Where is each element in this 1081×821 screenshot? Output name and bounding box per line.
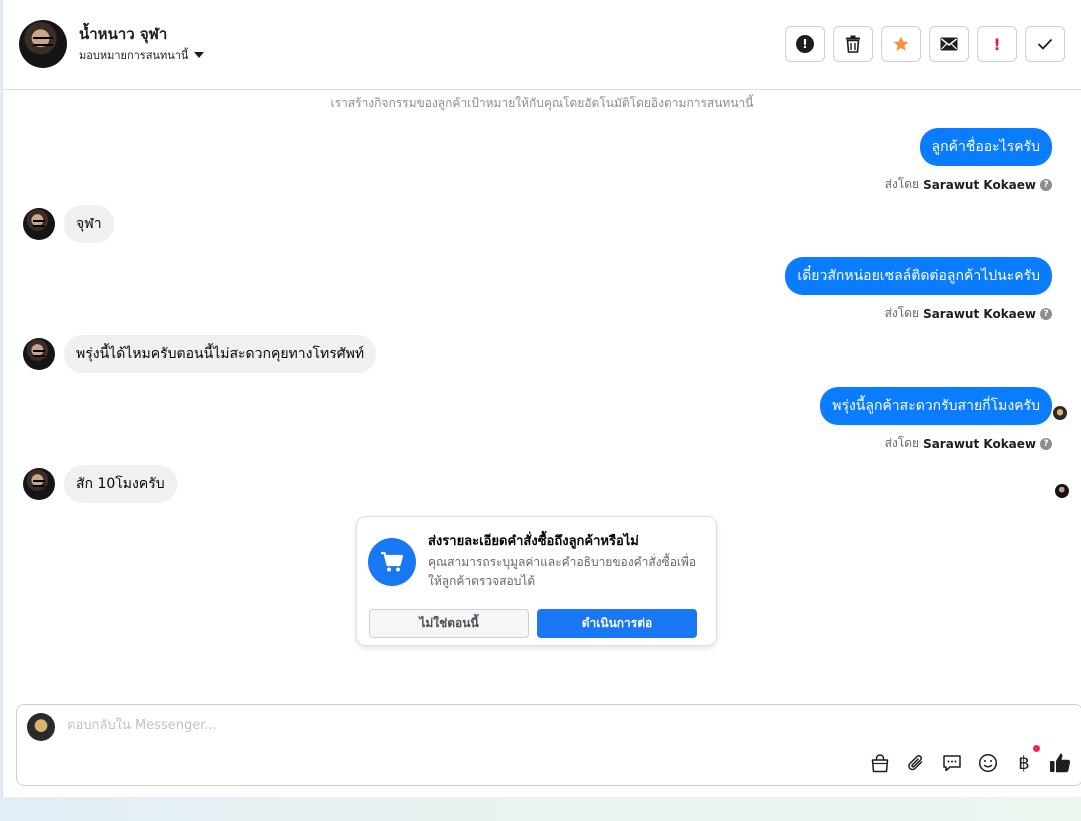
composer-tools: ฿ <box>868 745 1072 775</box>
outgoing-message-row: พรุ่งนี้ลูกค้าสะดวกรับสายกี่โมงครับ ส่งโ… <box>820 387 1052 453</box>
shopping-bag-icon <box>871 754 889 773</box>
saved-reply-icon <box>943 755 961 772</box>
saved-replies-button[interactable] <box>940 751 964 775</box>
sender-name: Sarawut Kokaew <box>923 436 1036 451</box>
order-card-title: ส่งรายละเอียดคำสั่งซื้อถึงลูกค้าหรือไม่ <box>428 534 639 549</box>
reply-composer: ฿ <box>16 704 1081 786</box>
sent-by-label: ส่งโดย Sarawut Kokaew ? <box>885 434 1052 453</box>
help-icon[interactable]: ? <box>1040 437 1052 450</box>
check-icon <box>1037 38 1053 50</box>
incoming-message-row: จุฬา <box>23 205 114 243</box>
conversation-toolbar: ! ! <box>785 26 1065 62</box>
envelope-icon <box>940 37 958 51</box>
alert-circle-icon: ! <box>796 35 814 53</box>
send-order-card: ส่งรายละเอียดคำสั่งซื้อถึงลูกค้าหรือไม่ … <box>356 516 717 646</box>
caret-down-icon <box>194 52 205 58</box>
contact-avatar-small[interactable] <box>23 208 55 240</box>
cart-badge <box>368 538 416 586</box>
order-card-description: คุณสามารถระบุมูลค่าและคำอธิบายของคำสั่งซ… <box>428 555 697 588</box>
star-button[interactable] <box>881 26 921 62</box>
notification-dot <box>1033 745 1040 752</box>
red-exclamation-icon: ! <box>993 34 1001 54</box>
incoming-message-row: สัก 10โมงครับ <box>23 465 177 503</box>
mark-spam-button[interactable]: ! <box>785 26 825 62</box>
sent-by-prefix: ส่งโดย <box>884 436 920 450</box>
incoming-message-bubble[interactable]: สัก 10โมงครับ <box>64 465 177 503</box>
sent-by-label: ส่งโดย Sarawut Kokaew ? <box>885 175 1052 194</box>
contact-avatar-small[interactable] <box>23 338 55 370</box>
incoming-message-bubble[interactable]: พรุ่งนี้ได้ไหมครับตอนนี้ไม่สะดวกคุยทางโท… <box>64 335 377 373</box>
emoji-icon <box>978 753 998 773</box>
help-icon[interactable]: ? <box>1040 307 1052 320</box>
mark-unread-button[interactable] <box>929 26 969 62</box>
contact-avatar-small[interactable] <box>23 468 55 500</box>
conversation-panel: น้ำหนาว จุฬา มอบหมายการสนทนานี้ ! ! เราส… <box>2 0 1081 797</box>
incoming-message-bubble[interactable]: จุฬา <box>64 205 114 243</box>
payment-button[interactable]: ฿ <box>1012 745 1040 775</box>
trash-icon <box>846 35 860 53</box>
contact-seen-avatar <box>1055 484 1069 498</box>
outgoing-message-bubble[interactable]: ลูกค้าชื่ออะไรครับ <box>919 128 1052 166</box>
contact-avatar[interactable] <box>19 20 67 68</box>
assign-conversation-dropdown[interactable]: มอบหมายการสนทนานี้ <box>79 46 205 64</box>
help-icon[interactable]: ? <box>1040 178 1052 191</box>
outgoing-message-row: เดี๋ยวสักหน่อยเซลล์ติดต่อลูกค้าไปนะครับ … <box>785 257 1052 323</box>
system-note: เราสร้างกิจกรรมของลูกค้าเป้าหมายให้กับคุ… <box>330 96 754 110</box>
shopping-cart-icon <box>381 551 404 572</box>
mark-done-button[interactable] <box>1025 26 1065 62</box>
page-seen-avatar <box>1053 406 1067 420</box>
outgoing-message-bubble[interactable]: เดี๋ยวสักหน่อยเซลล์ติดต่อลูกค้าไปนะครับ <box>785 257 1052 295</box>
incoming-message-row: พรุ่งนี้ได้ไหมครับตอนนี้ไม่สะดวกคุยทางโท… <box>23 335 377 373</box>
page-avatar <box>27 713 55 741</box>
not-now-button[interactable]: ไม่ใช่ตอนนี้ <box>369 609 529 638</box>
delete-button[interactable] <box>833 26 873 62</box>
outgoing-message-row: ลูกค้าชื่ออะไรครับ ส่งโดย Sarawut Kokaew… <box>885 128 1052 194</box>
reply-input[interactable] <box>65 717 965 734</box>
star-icon <box>893 36 909 51</box>
emoji-button[interactable] <box>976 751 1000 775</box>
baht-icon: ฿ <box>1018 752 1030 774</box>
shop-button[interactable] <box>868 751 892 775</box>
outgoing-message-bubble[interactable]: พรุ่งนี้ลูกค้าสะดวกรับสายกี่โมงครับ <box>820 387 1052 425</box>
thumbs-up-icon <box>1050 753 1071 773</box>
follow-up-button[interactable]: ! <box>977 26 1017 62</box>
sent-by-prefix: ส่งโดย <box>884 177 920 191</box>
sent-by-prefix: ส่งโดย <box>884 306 920 320</box>
contact-name[interactable]: น้ำหนาว จุฬา <box>79 22 167 46</box>
conversation-header: น้ำหนาว จุฬา มอบหมายการสนทนานี้ ! ! <box>3 0 1081 90</box>
sender-name: Sarawut Kokaew <box>923 306 1036 321</box>
continue-button[interactable]: ดำเนินการต่อ <box>537 609 697 638</box>
sender-name: Sarawut Kokaew <box>923 177 1036 192</box>
sent-by-label: ส่งโดย Sarawut Kokaew ? <box>885 304 1052 323</box>
send-like-button[interactable] <box>1048 751 1072 775</box>
attach-button[interactable] <box>904 751 928 775</box>
assign-label: มอบหมายการสนทนานี้ <box>79 49 189 62</box>
paperclip-icon <box>908 755 923 771</box>
